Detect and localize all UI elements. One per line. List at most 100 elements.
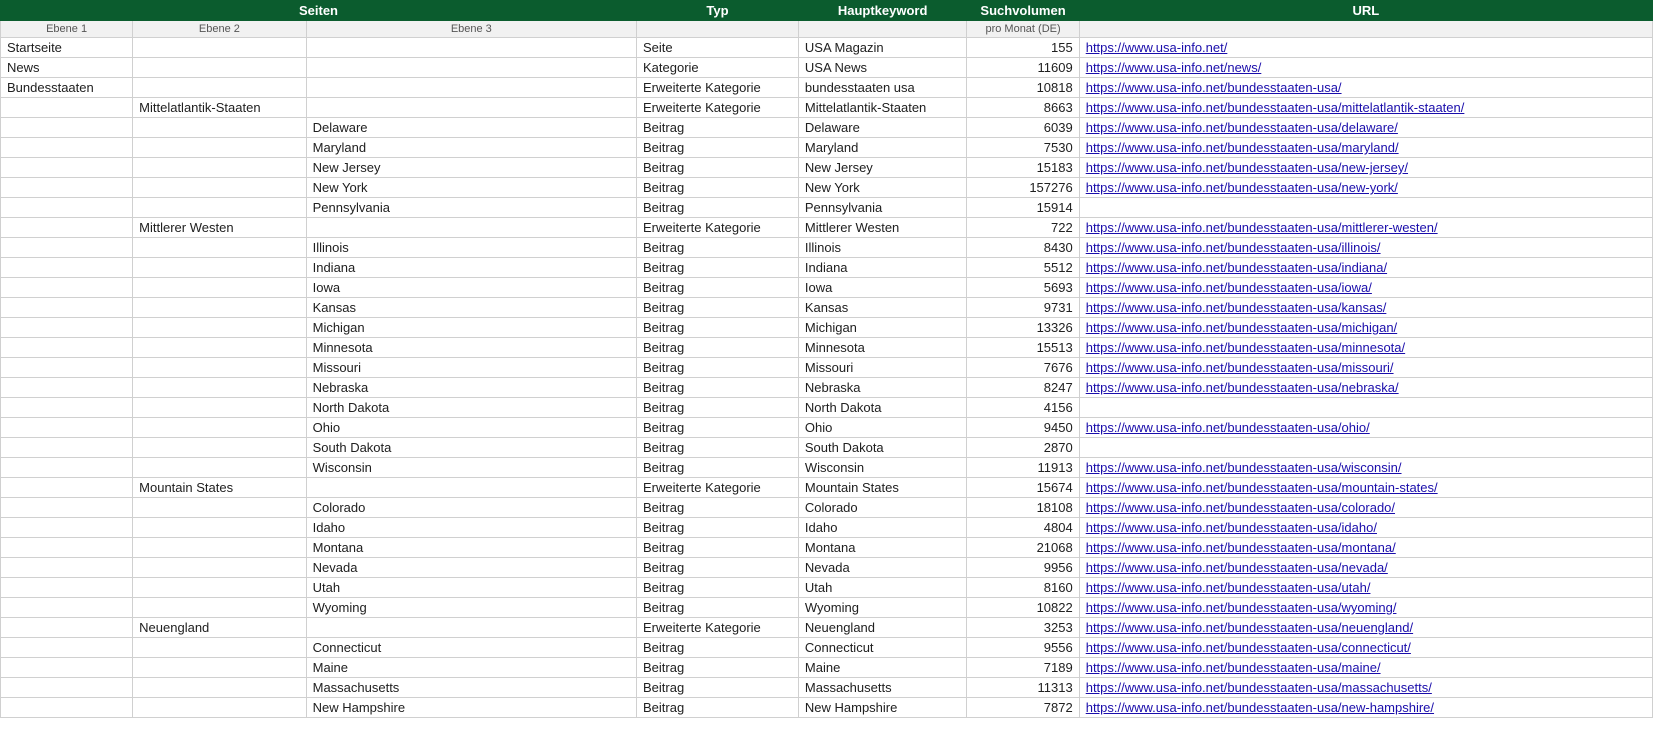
cell-ebene3[interactable]: Wyoming [306,598,636,618]
cell-suchvolumen[interactable]: 7676 [967,358,1079,378]
cell-url[interactable] [1079,398,1652,418]
cell-ebene3[interactable]: New Hampshire [306,698,636,718]
cell-ebene3[interactable]: Michigan [306,318,636,338]
cell-typ[interactable]: Beitrag [637,518,799,538]
cell-suchvolumen[interactable]: 10822 [967,598,1079,618]
cell-suchvolumen[interactable]: 11313 [967,678,1079,698]
cell-ebene1[interactable] [1,198,133,218]
cell-suchvolumen[interactable]: 5512 [967,258,1079,278]
cell-hauptkeyword[interactable]: Missouri [798,358,967,378]
url-link[interactable]: https://www.usa-info.net/bundesstaaten-u… [1086,140,1399,155]
cell-url[interactable]: https://www.usa-info.net/bundesstaaten-u… [1079,578,1652,598]
cell-hauptkeyword[interactable]: Delaware [798,118,967,138]
url-link[interactable]: https://www.usa-info.net/bundesstaaten-u… [1086,340,1405,355]
cell-hauptkeyword[interactable]: Pennsylvania [798,198,967,218]
cell-ebene2[interactable] [133,698,306,718]
url-link[interactable]: https://www.usa-info.net/bundesstaaten-u… [1086,80,1342,95]
cell-typ[interactable]: Beitrag [637,398,799,418]
cell-ebene3[interactable]: Massachusetts [306,678,636,698]
cell-typ[interactable]: Beitrag [637,558,799,578]
cell-ebene1[interactable] [1,598,133,618]
cell-hauptkeyword[interactable]: Wisconsin [798,458,967,478]
header-url[interactable]: URL [1079,1,1652,21]
cell-ebene3[interactable]: Wisconsin [306,458,636,478]
cell-ebene2[interactable] [133,298,306,318]
url-link[interactable]: https://www.usa-info.net/bundesstaaten-u… [1086,500,1395,515]
cell-hauptkeyword[interactable]: Michigan [798,318,967,338]
url-link[interactable]: https://www.usa-info.net/news/ [1086,60,1262,75]
cell-typ[interactable]: Beitrag [637,318,799,338]
cell-suchvolumen[interactable]: 13326 [967,318,1079,338]
cell-hauptkeyword[interactable]: Mittlerer Westen [798,218,967,238]
cell-typ[interactable]: Beitrag [637,298,799,318]
cell-url[interactable]: https://www.usa-info.net/bundesstaaten-u… [1079,178,1652,198]
cell-typ[interactable]: Beitrag [637,198,799,218]
cell-ebene2[interactable] [133,78,306,98]
cell-ebene2[interactable] [133,458,306,478]
cell-ebene1[interactable] [1,178,133,198]
cell-url[interactable]: https://www.usa-info.net/bundesstaaten-u… [1079,78,1652,98]
cell-typ[interactable]: Erweiterte Kategorie [637,478,799,498]
url-link[interactable]: https://www.usa-info.net/bundesstaaten-u… [1086,320,1397,335]
cell-suchvolumen[interactable]: 8247 [967,378,1079,398]
cell-ebene2[interactable] [133,438,306,458]
url-link[interactable]: https://www.usa-info.net/bundesstaaten-u… [1086,120,1398,135]
cell-typ[interactable]: Beitrag [637,638,799,658]
url-link[interactable]: https://www.usa-info.net/bundesstaaten-u… [1086,620,1413,635]
cell-ebene1[interactable] [1,358,133,378]
cell-ebene1[interactable] [1,398,133,418]
cell-ebene2[interactable] [133,138,306,158]
cell-typ[interactable]: Beitrag [637,378,799,398]
cell-hauptkeyword[interactable]: Massachusetts [798,678,967,698]
cell-hauptkeyword[interactable]: Maryland [798,138,967,158]
cell-suchvolumen[interactable]: 6039 [967,118,1079,138]
cell-hauptkeyword[interactable]: Nebraska [798,378,967,398]
cell-ebene1[interactable] [1,218,133,238]
subheader-typ-blank[interactable] [637,21,799,38]
cell-ebene3[interactable]: Utah [306,578,636,598]
header-suchvolumen[interactable]: Suchvolumen [967,1,1079,21]
cell-url[interactable]: https://www.usa-info.net/bundesstaaten-u… [1079,258,1652,278]
cell-suchvolumen[interactable]: 4804 [967,518,1079,538]
cell-ebene2[interactable] [133,658,306,678]
header-typ[interactable]: Typ [637,1,799,21]
cell-ebene2[interactable] [133,418,306,438]
url-link[interactable]: https://www.usa-info.net/bundesstaaten-u… [1086,100,1465,115]
cell-ebene1[interactable] [1,258,133,278]
cell-hauptkeyword[interactable]: Illinois [798,238,967,258]
cell-suchvolumen[interactable]: 15914 [967,198,1079,218]
header-hauptkeyword[interactable]: Hauptkeyword [798,1,967,21]
cell-ebene3[interactable]: Pennsylvania [306,198,636,218]
cell-ebene2[interactable] [133,258,306,278]
url-link[interactable]: https://www.usa-info.net/bundesstaaten-u… [1086,220,1438,235]
cell-suchvolumen[interactable]: 9556 [967,638,1079,658]
cell-typ[interactable]: Beitrag [637,458,799,478]
cell-suchvolumen[interactable]: 157276 [967,178,1079,198]
cell-url[interactable]: https://www.usa-info.net/bundesstaaten-u… [1079,678,1652,698]
cell-typ[interactable]: Beitrag [637,578,799,598]
cell-ebene1[interactable]: News [1,58,133,78]
cell-ebene1[interactable] [1,98,133,118]
cell-ebene3[interactable] [306,618,636,638]
url-link[interactable]: https://www.usa-info.net/bundesstaaten-u… [1086,160,1408,175]
cell-ebene2[interactable] [133,238,306,258]
cell-hauptkeyword[interactable]: North Dakota [798,398,967,418]
subheader-ebene3[interactable]: Ebene 3 [306,21,636,38]
cell-suchvolumen[interactable]: 9450 [967,418,1079,438]
cell-url[interactable]: https://www.usa-info.net/bundesstaaten-u… [1079,378,1652,398]
cell-suchvolumen[interactable]: 3253 [967,618,1079,638]
cell-ebene1[interactable] [1,618,133,638]
cell-ebene3[interactable] [306,78,636,98]
url-link[interactable]: https://www.usa-info.net/bundesstaaten-u… [1086,660,1381,675]
cell-suchvolumen[interactable]: 8663 [967,98,1079,118]
cell-ebene2[interactable] [133,38,306,58]
header-seiten[interactable]: Seiten [1,1,637,21]
cell-ebene1[interactable] [1,378,133,398]
cell-ebene3[interactable] [306,98,636,118]
cell-ebene3[interactable]: Nebraska [306,378,636,398]
url-link[interactable]: https://www.usa-info.net/bundesstaaten-u… [1086,580,1371,595]
cell-hauptkeyword[interactable]: Mountain States [798,478,967,498]
cell-typ[interactable]: Beitrag [637,158,799,178]
cell-suchvolumen[interactable]: 8160 [967,578,1079,598]
cell-ebene2[interactable] [133,678,306,698]
